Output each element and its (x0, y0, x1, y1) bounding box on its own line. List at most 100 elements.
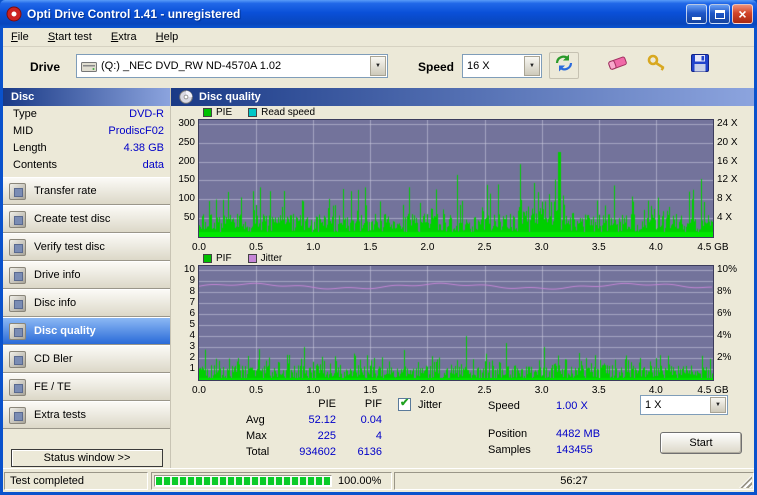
disc-panel-title: Disc (11, 91, 35, 103)
drive-info-icon (9, 266, 26, 284)
pie-read-speed-chart (198, 119, 714, 238)
speed-select-value: 16 X (467, 60, 490, 72)
pif-chart-legend: PIF Jitter (203, 253, 282, 264)
speed-select-arrow-icon[interactable]: ▼ (524, 56, 540, 76)
sidebar-item-drive-info[interactable]: Drive info (3, 261, 171, 289)
disc-type-value: DVD-R (129, 108, 164, 120)
app-window: Opti Drive Control 1.41 - unregistered ×… (0, 0, 757, 495)
sidebar-item-verify-test-disc[interactable]: Verify test disc (3, 233, 171, 261)
status-bar: Test completed 100.00% 56:27 (3, 468, 754, 492)
maximize-button[interactable] (709, 4, 730, 24)
cd-bler-icon (9, 350, 26, 368)
progress-bar (154, 475, 332, 487)
sidebar-item-fe-te[interactable]: FE / TE (3, 373, 171, 401)
drive-select[interactable]: (Q:) _NEC DVD_RW ND-4570A 1.02 ▼ (76, 54, 388, 78)
sidebar-item-disc-info[interactable]: Disc info (3, 289, 171, 317)
sidebar-item-label: Disc info (34, 297, 77, 309)
menu-help[interactable]: Help (148, 28, 187, 45)
pif-legend-swatch (203, 254, 212, 263)
jitter-legend-swatch (247, 254, 257, 263)
sidebar-divider (170, 88, 171, 470)
position-value: 4482 MB (556, 428, 601, 440)
disc-mid-label: MID (13, 125, 34, 137)
drive-select-arrow-icon[interactable]: ▼ (370, 56, 386, 76)
sidebar-item-label: FE / TE (34, 381, 72, 393)
extra-tests-icon (9, 406, 26, 424)
max-pie-value: 225 (317, 430, 336, 442)
verify-test-disc-icon (9, 238, 26, 256)
resize-grip[interactable] (739, 475, 752, 488)
disc-length-value: 4.38 GB (123, 142, 164, 154)
sidebar-item-create-test-disc[interactable]: Create test disc (3, 205, 171, 233)
test-speed-value: 1 X (645, 399, 662, 411)
max-label: Max (246, 430, 267, 442)
start-button[interactable]: Start (660, 432, 742, 454)
avg-pie-value: 52.12 (308, 414, 336, 426)
disc-panel-header: Disc (3, 88, 171, 106)
minimize-button[interactable] (686, 4, 707, 24)
pie-chart-legend: PIE Read speed (203, 107, 315, 118)
disc-quality-title: Disc quality (199, 91, 261, 103)
pif-jitter-chart (198, 265, 714, 381)
save-button[interactable] (686, 52, 714, 79)
drive-select-value: (Q:) _NEC DVD_RW ND-4570A 1.02 (101, 60, 282, 72)
progress-cell: 100.00% (151, 472, 392, 490)
cd-icon (179, 90, 193, 104)
sidebar-item-transfer-rate[interactable]: Transfer rate (3, 177, 171, 205)
speed-label: Speed (418, 60, 455, 74)
pie-legend-label: PIE (216, 107, 233, 118)
close-button[interactable]: × (732, 4, 753, 24)
disc-mid-value: ProdiscF02 (108, 125, 164, 137)
save-disk-icon (690, 53, 710, 78)
disc-quality-header: Disc quality (171, 88, 754, 106)
test-speed-select[interactable]: 1 X ▼ (640, 395, 728, 415)
avg-label: Avg (246, 414, 265, 426)
refresh-button[interactable] (549, 52, 579, 79)
menu-bar: File Start test Extra Help (3, 28, 754, 47)
create-test-disc-icon (9, 210, 26, 228)
samples-value: 143455 (556, 444, 593, 456)
sidebar-item-label: Extra tests (34, 409, 86, 421)
read-speed-legend-swatch (248, 108, 258, 117)
sidebar-item-cd-bler[interactable]: CD Bler (3, 345, 171, 373)
title-bar: Opti Drive Control 1.41 - unregistered × (0, 0, 757, 28)
max-pif-value: 4 (375, 430, 382, 442)
disc-quality-icon (9, 322, 26, 340)
pie-legend-swatch (203, 108, 212, 117)
sidebar-item-label: CD Bler (34, 353, 73, 365)
total-pif-value: 6136 (357, 446, 382, 458)
position-label: Position (488, 428, 528, 440)
pif-column-header: PIF (364, 398, 382, 410)
refresh-icon (553, 53, 575, 78)
check-icon: ✔ (400, 397, 410, 409)
status-cell: Test completed (4, 472, 148, 490)
time-cell: 56:27 (394, 472, 754, 490)
sidebar-item-extra-tests[interactable]: Extra tests (3, 401, 171, 429)
sidebar-item-disc-quality[interactable]: Disc quality (3, 317, 171, 345)
jitter-checkbox-label: Jitter (418, 399, 442, 411)
status-window-button[interactable]: Status window >> (11, 449, 163, 467)
pie-column-header: PIE (318, 398, 336, 410)
menu-start-test[interactable]: Start test (40, 28, 100, 45)
transfer-rate-icon (9, 182, 26, 200)
erase-disc-button[interactable] (604, 52, 632, 79)
progress-bar-fill (156, 477, 330, 485)
menu-file[interactable]: File (3, 28, 37, 45)
disc-type-label: Type (13, 108, 37, 120)
samples-label: Samples (488, 444, 531, 456)
speed-result-label: Speed (488, 400, 520, 412)
drive-icon (81, 60, 97, 78)
test-speed-arrow-icon[interactable]: ▼ (710, 397, 726, 413)
sidebar-item-label: Create test disc (34, 213, 111, 225)
drive-label: Drive (30, 60, 61, 74)
keys-icon (646, 53, 670, 78)
speed-select[interactable]: 16 X ▼ (462, 54, 542, 78)
status-text: Test completed (10, 475, 84, 487)
menu-extra[interactable]: Extra (103, 28, 145, 45)
sidebar-item-label: Transfer rate (34, 185, 97, 197)
jitter-checkbox[interactable]: ✔ (398, 397, 411, 411)
sidebar-item-label: Verify test disc (34, 241, 105, 253)
license-button[interactable] (644, 52, 672, 79)
sidebar-item-label: Drive info (34, 269, 81, 281)
disc-length-label: Length (13, 142, 47, 154)
